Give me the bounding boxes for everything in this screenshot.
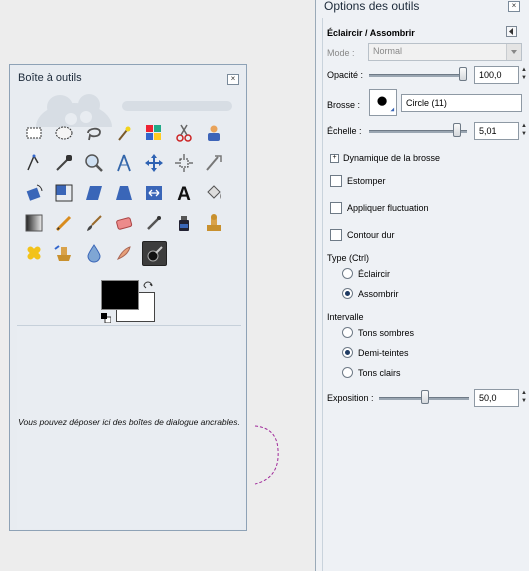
foreground-color-swatch[interactable] xyxy=(101,280,139,310)
scale-value-field[interactable]: 5,01 xyxy=(474,122,519,140)
dodge-burn-icon[interactable] xyxy=(142,241,167,266)
range-option-shadows[interactable]: Tons sombres xyxy=(358,328,414,338)
type-option-lighten[interactable]: Éclaircir xyxy=(358,269,390,279)
hard-edge-label[interactable]: Contour dur xyxy=(347,230,395,240)
range-option-highlights[interactable]: Tons clairs xyxy=(358,368,401,378)
fade-label[interactable]: Estomper xyxy=(347,176,386,186)
drop-indicator-curve xyxy=(254,425,279,485)
crop-icon[interactable] xyxy=(202,151,226,175)
range-radio-shadows[interactable] xyxy=(342,327,353,338)
type-option-darken[interactable]: Assombrir xyxy=(358,289,399,299)
ink-icon[interactable] xyxy=(172,211,196,235)
swap-colors-icon[interactable] xyxy=(142,280,154,292)
paintbrush-icon[interactable] xyxy=(82,211,106,235)
type-radio-darken[interactable] xyxy=(342,288,353,299)
toolbox-window: Boîte à outils × A Vous pouvez déposer i… xyxy=(9,64,247,531)
mode-select[interactable]: Normal xyxy=(368,43,522,61)
dock-area: Vous pouvez déposer ici des boîtes de di… xyxy=(17,325,241,529)
exposure-slider-thumb[interactable] xyxy=(421,390,429,404)
dock-hint-text: Vous pouvez déposer ici des boîtes de di… xyxy=(18,417,240,427)
jitter-label[interactable]: Appliquer fluctuation xyxy=(347,203,429,213)
range-option-midtones[interactable]: Demi-teintes xyxy=(358,348,409,358)
bucket-fill-icon[interactable] xyxy=(202,181,226,205)
tool-options-panel: Options des outils × Éclaircir / Assombr… xyxy=(315,0,529,571)
color-picker-icon[interactable] xyxy=(52,151,76,175)
options-close-icon[interactable]: × xyxy=(508,1,520,12)
range-radio-highlights[interactable] xyxy=(342,367,353,378)
brush-dynamics-label[interactable]: Dynamique de la brosse xyxy=(343,153,440,163)
zoom-icon[interactable] xyxy=(82,151,106,175)
brush-dynamics-expander-icon[interactable]: + xyxy=(330,154,339,163)
jitter-checkbox[interactable] xyxy=(330,202,342,214)
blur-icon[interactable] xyxy=(82,241,106,265)
blend-icon[interactable] xyxy=(22,211,46,235)
text-icon[interactable]: A xyxy=(172,181,196,205)
scissors-icon[interactable] xyxy=(172,121,196,145)
opacity-slider[interactable] xyxy=(369,74,467,77)
eraser-icon[interactable] xyxy=(112,211,136,235)
foreground-select-icon[interactable] xyxy=(202,121,226,145)
fade-checkbox[interactable] xyxy=(330,175,342,187)
reset-colors-icon[interactable] xyxy=(101,313,111,323)
shear-icon[interactable] xyxy=(82,181,106,205)
color-area xyxy=(101,280,161,326)
panel-menu-icon[interactable] xyxy=(506,26,517,37)
tool-name: Éclaircir / Assombrir xyxy=(327,28,415,38)
perspective-clone-icon[interactable] xyxy=(52,241,76,265)
scale-slider-thumb[interactable] xyxy=(453,123,461,137)
brush-preview-button[interactable] xyxy=(369,89,397,116)
mode-label: Mode : xyxy=(327,48,355,58)
brush-name-field[interactable]: Circle (11) xyxy=(401,94,522,112)
range-label: Intervalle xyxy=(327,312,364,322)
clone-icon[interactable] xyxy=(202,211,226,235)
hard-edge-checkbox[interactable] xyxy=(330,229,342,241)
paths-icon[interactable] xyxy=(22,151,46,175)
airbrush-icon[interactable] xyxy=(142,211,166,235)
range-radio-midtones[interactable] xyxy=(342,347,353,358)
toolbox-close-icon[interactable]: × xyxy=(227,74,239,85)
perspective-icon[interactable] xyxy=(112,181,136,205)
scale-label: Échelle : xyxy=(327,126,362,136)
measure-icon[interactable] xyxy=(112,151,136,175)
scale-icon[interactable] xyxy=(52,181,76,205)
rotate-icon[interactable] xyxy=(22,181,46,205)
toolbox-title: Boîte à outils xyxy=(18,72,82,84)
rect-select-icon[interactable] xyxy=(22,121,46,145)
svg-text:A: A xyxy=(177,184,191,203)
scale-spin-buttons[interactable]: ▲ ▼ xyxy=(520,122,528,140)
brush-label: Brosse : xyxy=(327,100,361,110)
select-by-color-icon[interactable] xyxy=(142,121,166,145)
flip-icon[interactable] xyxy=(142,181,166,205)
opacity-spin-buttons[interactable]: ▲ ▼ xyxy=(520,66,528,84)
exposure-label: Exposition : xyxy=(327,393,374,403)
opacity-slider-thumb[interactable] xyxy=(459,67,467,81)
heal-icon[interactable] xyxy=(22,241,46,265)
smudge-icon[interactable] xyxy=(112,241,136,265)
tool-options-title: Options des outils xyxy=(324,0,420,13)
pencil-icon[interactable] xyxy=(52,211,76,235)
exposure-spin-buttons[interactable]: ▲ ▼ xyxy=(520,389,528,407)
type-radio-lighten[interactable] xyxy=(342,268,353,279)
exposure-value-field[interactable]: 50,0 xyxy=(474,389,519,407)
brush-circle-icon xyxy=(377,96,395,112)
opacity-label: Opacité : xyxy=(327,70,364,80)
type-label: Type (Ctrl) xyxy=(327,253,370,263)
fuzzy-select-icon[interactable] xyxy=(112,121,136,145)
ellipse-select-icon[interactable] xyxy=(52,121,76,145)
opacity-value-field[interactable]: 100,0 xyxy=(474,66,519,84)
move-icon[interactable] xyxy=(142,151,166,175)
align-icon[interactable] xyxy=(172,151,196,175)
lasso-icon[interactable] xyxy=(82,121,106,145)
